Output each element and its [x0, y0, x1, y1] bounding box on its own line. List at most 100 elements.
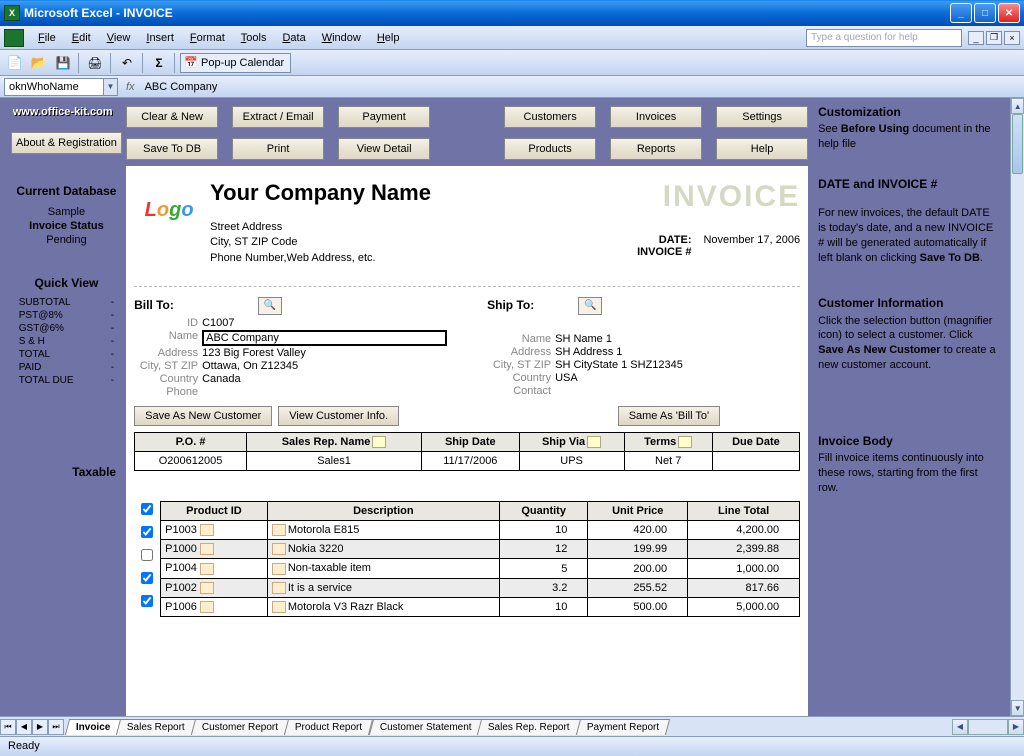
mdi-restore-button[interactable]: ❐	[986, 31, 1002, 45]
order-cell[interactable]: Net 7	[624, 452, 712, 471]
sheet-tab-product-report[interactable]: Product Report	[284, 719, 374, 735]
bill-to-id[interactable]: C1007	[202, 317, 447, 329]
ship-to-lookup-icon[interactable]	[578, 297, 602, 315]
site-link[interactable]: www.office-kit.com	[11, 104, 122, 120]
order-cell[interactable]	[712, 452, 799, 471]
order-cell[interactable]: Sales1	[247, 452, 422, 471]
open-button[interactable]	[28, 53, 50, 73]
ship-to-country[interactable]: USA	[555, 372, 800, 384]
mdi-close-button[interactable]: ×	[1004, 31, 1020, 45]
fx-label[interactable]: fx	[126, 81, 135, 93]
menu-insert[interactable]: Insert	[138, 30, 182, 46]
taxable-checkbox[interactable]	[141, 549, 153, 561]
menu-file[interactable]: File	[30, 30, 64, 46]
menu-view[interactable]: View	[99, 30, 139, 46]
products-button[interactable]: Products	[504, 138, 596, 160]
line-total-cell[interactable]: 817.66	[688, 578, 800, 597]
product-id-cell[interactable]: P1004	[161, 559, 268, 578]
payment-button[interactable]: Payment	[338, 106, 430, 128]
minimize-button[interactable]: _	[950, 3, 972, 23]
line-total-cell[interactable]: 1,000.00	[688, 559, 800, 578]
ship-to-csz[interactable]: SH CityState 1 SHZ12345	[555, 359, 800, 371]
menu-tools[interactable]: Tools	[233, 30, 275, 46]
save-to-db-button[interactable]: Save To DB	[126, 138, 218, 160]
taxable-checkbox[interactable]	[141, 595, 153, 607]
sheet-tab-customer-statement[interactable]: Customer Statement	[369, 719, 483, 735]
quantity-cell[interactable]: 12	[499, 540, 588, 559]
order-cell[interactable]: UPS	[519, 452, 624, 471]
product-lookup-icon[interactable]	[200, 601, 214, 613]
unit-price-cell[interactable]: 420.00	[588, 521, 688, 540]
settings-button[interactable]: Settings	[716, 106, 808, 128]
quantity-cell[interactable]: 10	[499, 597, 588, 616]
name-box[interactable]: oknWhoName	[4, 78, 104, 96]
sheet-tab-customer-report[interactable]: Customer Report	[191, 719, 289, 735]
maximize-button[interactable]: □	[974, 3, 996, 23]
product-lookup-icon[interactable]	[200, 543, 214, 555]
about-registration-button[interactable]: About & Registration	[11, 132, 122, 154]
description-cell[interactable]: It is a service	[267, 578, 499, 597]
line-total-cell[interactable]: 2,399.88	[688, 540, 800, 559]
print-button[interactable]	[84, 53, 106, 73]
line-total-cell[interactable]: 5,000.00	[688, 597, 800, 616]
lookup-icon[interactable]	[678, 436, 692, 448]
ship-to-name[interactable]: SH Name 1	[555, 333, 800, 345]
bill-to-name[interactable]: ABC Company	[202, 330, 447, 346]
quantity-cell[interactable]: 10	[499, 521, 588, 540]
tab-nav-prev[interactable]: ◀	[16, 719, 32, 735]
description-cell[interactable]: Motorola E815	[267, 521, 499, 540]
view-detail-button[interactable]: View Detail	[338, 138, 430, 160]
tab-nav-last[interactable]: ⏭	[48, 719, 64, 735]
description-cell[interactable]: Nokia 3220	[267, 540, 499, 559]
reports-button[interactable]: Reports	[610, 138, 702, 160]
unit-price-cell[interactable]: 500.00	[588, 597, 688, 616]
order-cell[interactable]: O200612005	[135, 452, 247, 471]
line-total-cell[interactable]: 4,200.00	[688, 521, 800, 540]
description-cell[interactable]: Non-taxable item	[267, 559, 499, 578]
formula-input[interactable]: ABC Company	[143, 79, 1020, 95]
unit-price-cell[interactable]: 255.52	[588, 578, 688, 597]
lookup-icon[interactable]	[372, 436, 386, 448]
tab-nav-first[interactable]: ⏮	[0, 719, 16, 735]
company-name[interactable]: Your Company Name	[210, 180, 431, 206]
help-search-input[interactable]: Type a question for help	[806, 29, 962, 47]
description-cell[interactable]: Motorola V3 Razr Black	[267, 597, 499, 616]
extract-email-button[interactable]: Extract / Email	[232, 106, 324, 128]
date-value[interactable]: November 17, 2006	[703, 234, 800, 246]
product-lookup-icon[interactable]	[200, 582, 214, 594]
undo-button[interactable]: ↶	[116, 53, 138, 73]
sheet-tab-sales-report[interactable]: Sales Report	[116, 719, 196, 735]
save-button[interactable]	[52, 53, 74, 73]
sheet-tab-invoice[interactable]: Invoice	[65, 719, 122, 735]
sheet-tab-sales-rep-report[interactable]: Sales Rep. Report	[477, 719, 581, 735]
quantity-cell[interactable]: 3.2	[499, 578, 588, 597]
product-id-cell[interactable]: P1002	[161, 578, 268, 597]
bill-to-csz[interactable]: Ottawa, On Z12345	[202, 360, 447, 372]
product-id-cell[interactable]: P1006	[161, 597, 268, 616]
name-box-dropdown[interactable]: ▼	[104, 78, 118, 96]
unit-price-cell[interactable]: 199.99	[588, 540, 688, 559]
autosum-button[interactable]	[148, 53, 170, 73]
order-cell[interactable]: 11/17/2006	[422, 452, 519, 471]
help-button[interactable]: Help	[716, 138, 808, 160]
scroll-thumb[interactable]	[1012, 114, 1023, 174]
unit-price-cell[interactable]: 200.00	[588, 559, 688, 578]
menu-help[interactable]: Help	[369, 30, 408, 46]
taxable-checkbox[interactable]	[141, 572, 153, 584]
save-as-new-customer-button[interactable]: Save As New Customer	[134, 406, 272, 426]
mdi-minimize-button[interactable]: _	[968, 31, 984, 45]
print-button[interactable]: Print	[232, 138, 324, 160]
product-lookup-icon[interactable]	[200, 524, 214, 536]
customers-button[interactable]: Customers	[504, 106, 596, 128]
new-button[interactable]	[4, 53, 26, 73]
bill-to-country[interactable]: Canada	[202, 373, 447, 385]
menu-window[interactable]: Window	[314, 30, 369, 46]
menu-format[interactable]: Format	[182, 30, 233, 46]
product-id-cell[interactable]: P1000	[161, 540, 268, 559]
view-customer-info-button[interactable]: View Customer Info.	[278, 406, 399, 426]
scroll-up-button[interactable]: ▲	[1011, 98, 1024, 114]
ship-to-address[interactable]: SH Address 1	[555, 346, 800, 358]
sheet-tab-payment-report[interactable]: Payment Report	[576, 719, 671, 735]
same-as-bill-to-button[interactable]: Same As 'Bill To'	[618, 406, 720, 426]
popup-calendar-button[interactable]: Pop-up Calendar	[180, 53, 291, 73]
